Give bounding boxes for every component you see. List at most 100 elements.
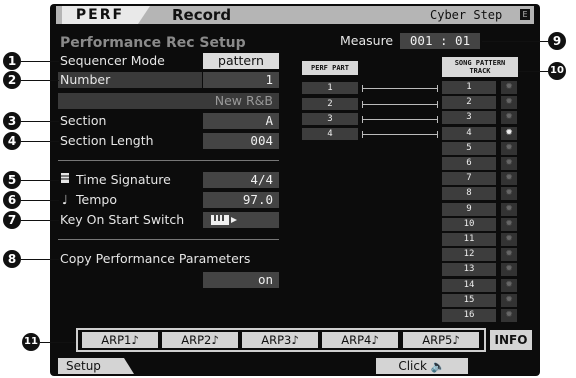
part-track-link xyxy=(362,88,438,89)
track-number[interactable]: 8 xyxy=(442,187,496,201)
perf-part-3[interactable]: 3 xyxy=(302,113,358,125)
track-number[interactable]: 3 xyxy=(442,111,496,125)
arp1-button[interactable]: ARP1♪ xyxy=(82,332,158,348)
mode-tab-perf[interactable]: PERF xyxy=(62,6,138,24)
setup-tab[interactable]: Setup xyxy=(58,358,124,374)
song-track-header-line1: SONG PATTERN xyxy=(454,59,506,67)
callout-leader xyxy=(21,61,59,62)
part-track-link xyxy=(362,104,438,105)
arp2-button[interactable]: ARP2♪ xyxy=(162,332,238,348)
track-status-icon: ✹ xyxy=(501,96,517,110)
callout-leader xyxy=(21,220,59,221)
section-label: Section xyxy=(60,113,107,128)
info-button[interactable]: INFO xyxy=(490,330,532,350)
link-end xyxy=(437,85,438,92)
track-status-icon: ✹ xyxy=(501,81,517,94)
callout-11: 11 xyxy=(22,333,40,351)
track-number[interactable]: 9 xyxy=(442,202,496,216)
track-number[interactable]: 15 xyxy=(442,293,496,307)
track-status-icon: ✹ xyxy=(501,126,517,140)
mode-tab-tail xyxy=(138,6,150,24)
track-status-icon: ✹ xyxy=(501,111,517,125)
callout-7: 7 xyxy=(3,211,21,229)
section-length-value[interactable]: 004 xyxy=(203,133,279,149)
callout-leader xyxy=(40,342,76,343)
track-number[interactable]: 11 xyxy=(442,233,496,246)
edit-indicator-icon: E xyxy=(520,9,530,20)
section-length-label: Section Length xyxy=(60,133,154,148)
track-number[interactable]: 4 xyxy=(442,126,496,140)
track-status-icon: ✹ xyxy=(501,202,517,216)
link-end xyxy=(437,116,438,123)
number-value[interactable]: 1 xyxy=(203,72,279,88)
track-status-icon: ✹ xyxy=(501,309,517,322)
track-number[interactable]: 16 xyxy=(442,309,496,322)
callout-leader xyxy=(518,71,548,72)
track-number[interactable]: 2 xyxy=(442,96,496,110)
callout-1: 1 xyxy=(3,52,21,70)
part-track-link xyxy=(362,134,438,135)
track-number[interactable]: 5 xyxy=(442,141,496,155)
callout-leader xyxy=(21,121,59,122)
callout-9: 9 xyxy=(548,32,566,50)
perf-part-2[interactable]: 2 xyxy=(302,98,358,110)
track-status-icon: ✹ xyxy=(501,248,517,262)
copy-perf-label: Copy Performance Parameters xyxy=(60,251,251,266)
keyboard-icon xyxy=(211,214,237,230)
page-name: Record xyxy=(172,6,232,24)
track-number[interactable]: 1 xyxy=(442,81,496,94)
track-status-icon: ✹ xyxy=(501,293,517,307)
track-status-icon: ✹ xyxy=(501,187,517,201)
callout-6: 6 xyxy=(3,191,21,209)
arp5-button[interactable]: ARP5♪ xyxy=(403,332,479,348)
divider xyxy=(58,239,279,240)
track-status-icon: ✹ xyxy=(501,278,517,292)
callout-leader xyxy=(21,259,59,260)
track-status-icon: ✹ xyxy=(501,157,517,170)
tempo-label: Tempo xyxy=(76,192,117,207)
section-value[interactable]: A xyxy=(203,113,279,129)
track-number[interactable]: 7 xyxy=(442,172,496,186)
track-status-icon: ✹ xyxy=(501,263,517,277)
note-icon: ♩ xyxy=(62,192,68,207)
song-name: Cyber Step xyxy=(430,8,503,22)
click-tab[interactable]: Click 🔈 xyxy=(376,358,468,374)
track-number[interactable]: 12 xyxy=(442,248,496,262)
track-number[interactable]: 13 xyxy=(442,263,496,277)
callout-leader xyxy=(21,200,59,201)
perf-part-1[interactable]: 1 xyxy=(302,82,358,94)
sequencer-mode-label: Sequencer Mode xyxy=(60,53,165,68)
link-end xyxy=(437,101,438,108)
score-icon xyxy=(60,172,70,184)
time-signature-value[interactable]: 4/4 xyxy=(203,172,279,188)
track-status-icon: ✹ xyxy=(501,217,517,231)
callout-8: 8 xyxy=(3,250,21,268)
divider xyxy=(58,160,279,161)
measure-value[interactable]: 001 : 01 xyxy=(400,33,480,49)
track-number[interactable]: 6 xyxy=(442,157,496,170)
page-title: Performance Rec Setup xyxy=(60,35,246,51)
sequencer-mode-value[interactable]: pattern xyxy=(203,53,279,69)
callout-leader xyxy=(21,180,59,181)
key-on-start-value[interactable] xyxy=(203,212,279,228)
callout-leader xyxy=(21,141,59,142)
arp3-button[interactable]: ARP3♪ xyxy=(242,332,318,348)
link-end xyxy=(362,85,363,92)
callout-5: 5 xyxy=(3,171,21,189)
setup-tab-tail xyxy=(124,358,134,374)
song-track-header: SONG PATTERN TRACK xyxy=(442,57,518,77)
measure-label: Measure xyxy=(340,33,394,48)
time-signature-label: Time Signature xyxy=(76,172,171,187)
song-track-header-line2: TRACK xyxy=(469,67,491,75)
perf-part-4[interactable]: 4 xyxy=(302,128,358,140)
number-label: Number xyxy=(60,72,111,87)
track-number[interactable]: 10 xyxy=(442,217,496,231)
copy-perf-value[interactable]: on xyxy=(203,272,279,288)
callout-leader xyxy=(482,41,548,42)
part-track-link xyxy=(362,119,438,120)
track-number[interactable]: 14 xyxy=(442,278,496,292)
track-status-icon: ✹ xyxy=(501,233,517,246)
arp4-button[interactable]: ARP4♪ xyxy=(322,332,398,348)
key-on-start-label: Key On Start Switch xyxy=(60,212,185,227)
tempo-value[interactable]: 97.0 xyxy=(203,192,279,208)
